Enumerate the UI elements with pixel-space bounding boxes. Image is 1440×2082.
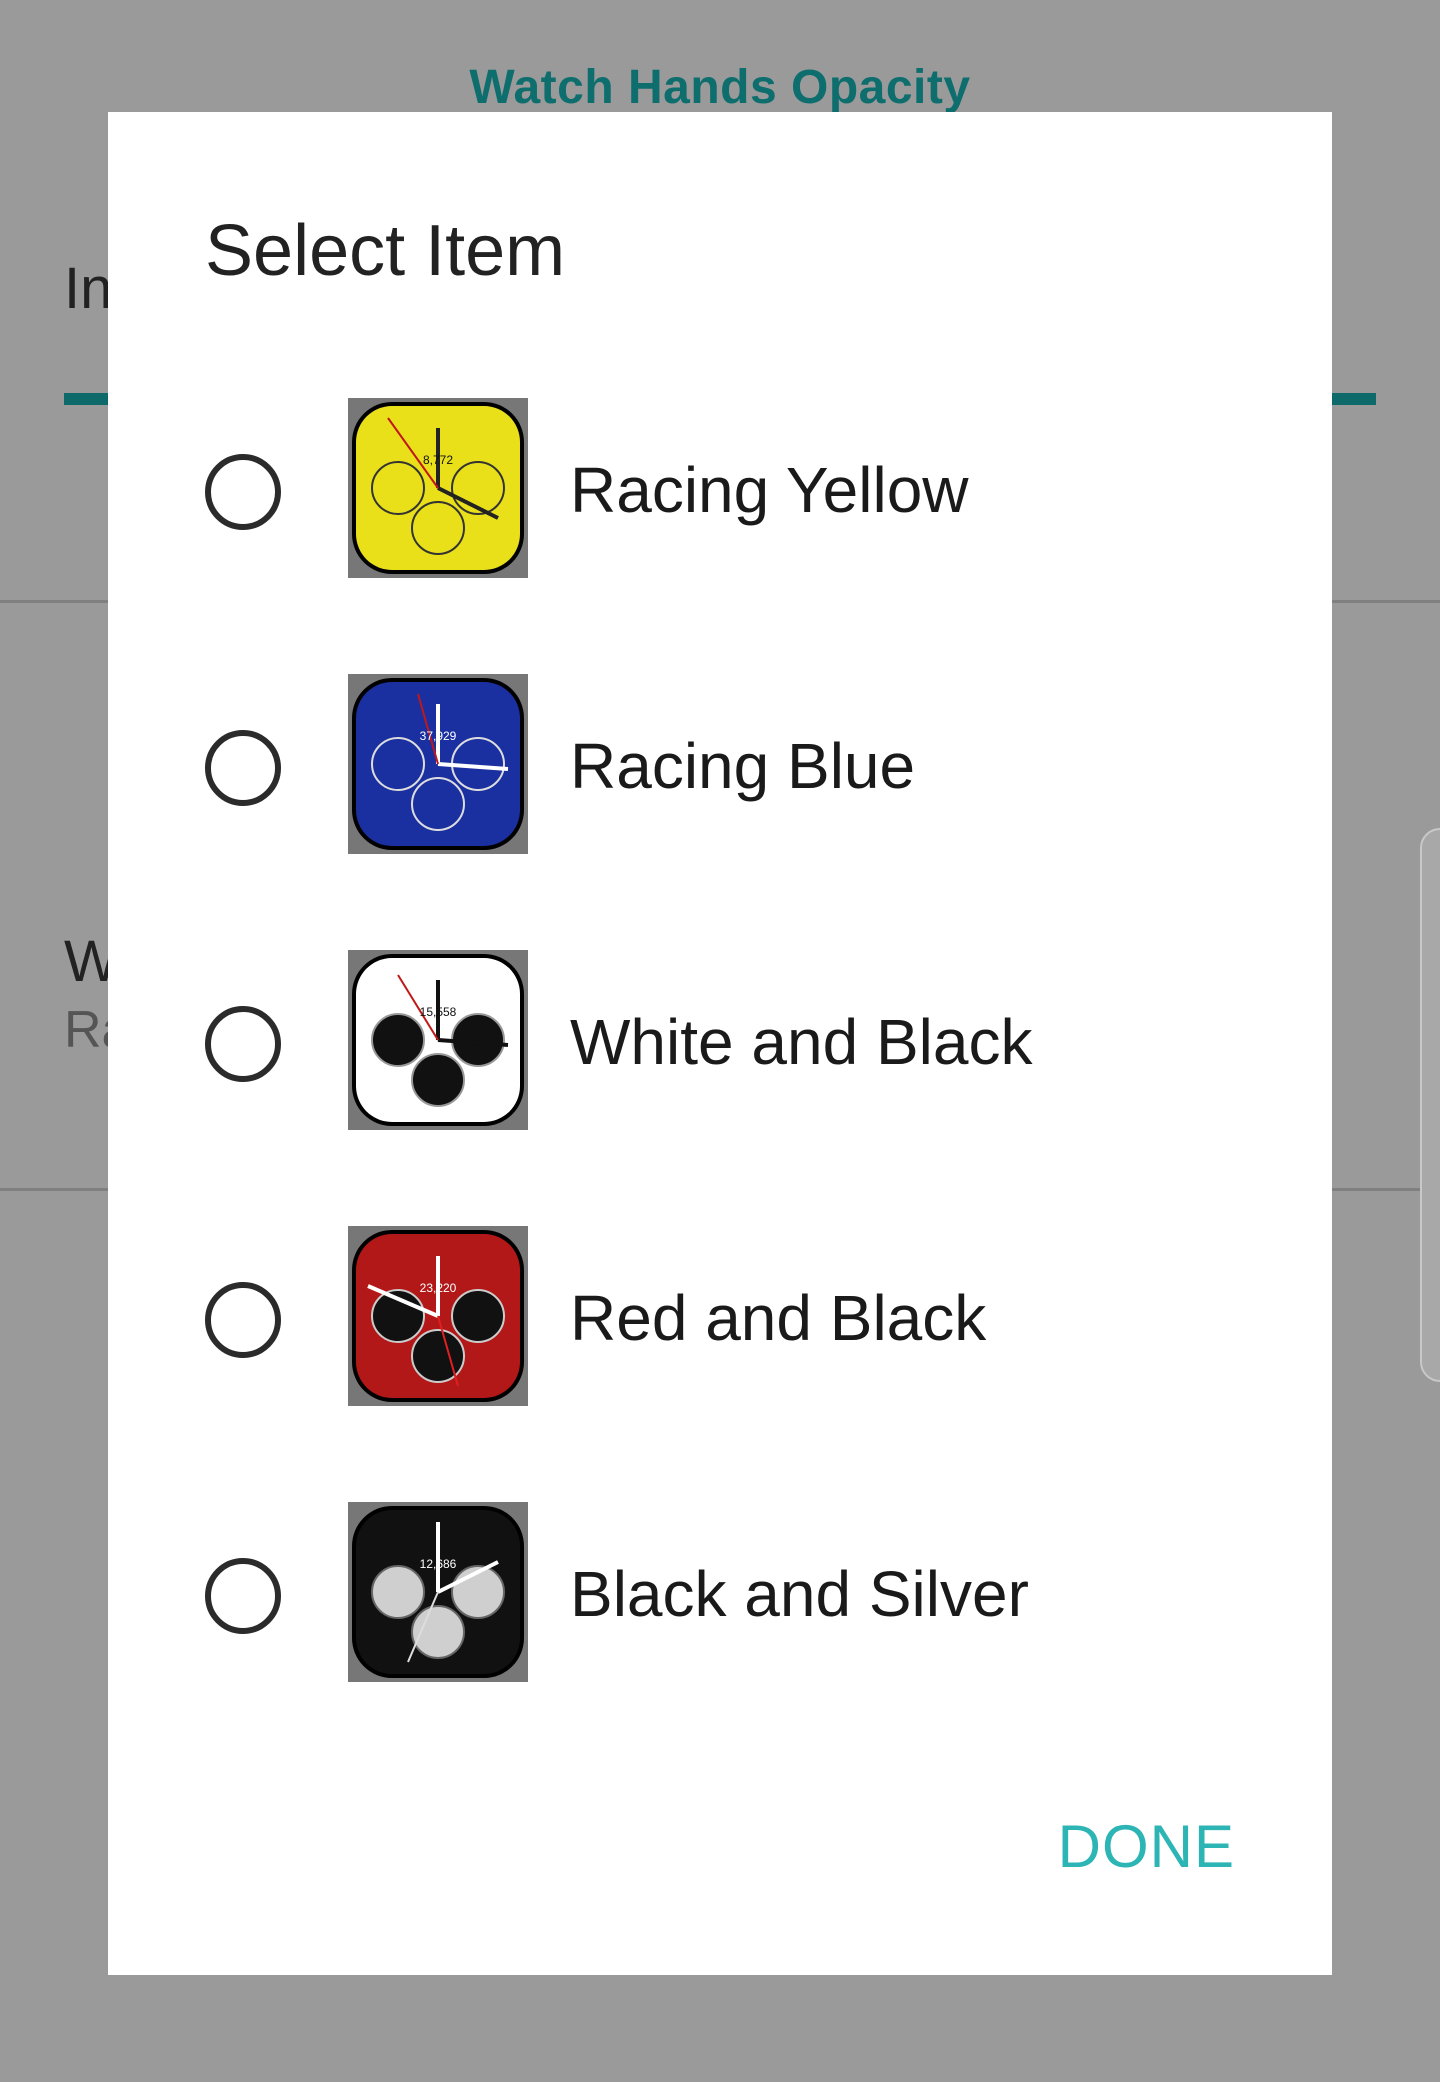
watch-face-icon: 23,220: [348, 1226, 528, 1406]
edge-panel-handle[interactable]: [1420, 828, 1440, 1382]
radio-button[interactable]: [205, 1282, 281, 1358]
radio-button[interactable]: [205, 1558, 281, 1634]
watch-face-icon: 15,558: [348, 950, 528, 1130]
option-black-and-silver[interactable]: 12,686 Black and Silver: [108, 1502, 1332, 1702]
svg-text:12,686: 12,686: [420, 1557, 457, 1571]
watch-face-icon: 12,686: [348, 1502, 528, 1682]
radio-button[interactable]: [205, 730, 281, 806]
watch-face-thumbnail: 8,772: [348, 398, 528, 578]
select-item-dialog: Select Item 8,772 Racing Yellow 37,929 R…: [108, 112, 1332, 1975]
dialog-title: Select Item: [205, 211, 566, 291]
svg-text:37,929: 37,929: [420, 729, 457, 743]
svg-text:23,220: 23,220: [420, 1281, 457, 1295]
radio-button[interactable]: [205, 1006, 281, 1082]
watch-face-thumbnail: 12,686: [348, 1502, 528, 1682]
watch-face-icon: 8,772: [348, 398, 528, 578]
option-racing-yellow[interactable]: 8,772 Racing Yellow: [108, 398, 1332, 598]
option-label: Racing Yellow: [570, 454, 969, 526]
option-red-and-black[interactable]: 23,220 Red and Black: [108, 1226, 1332, 1426]
option-label: White and Black: [570, 1006, 1033, 1078]
option-label: Red and Black: [570, 1282, 987, 1354]
svg-text:15,558: 15,558: [420, 1005, 457, 1019]
watch-face-thumbnail: 23,220: [348, 1226, 528, 1406]
svg-text:8,772: 8,772: [423, 453, 453, 467]
background-tab: In: [64, 256, 113, 321]
watch-face-thumbnail: 15,558: [348, 950, 528, 1130]
radio-button[interactable]: [205, 454, 281, 530]
background-page-title: Watch Hands Opacity: [469, 61, 971, 114]
watch-face-icon: 37,929: [348, 674, 528, 854]
option-label: Racing Blue: [570, 730, 916, 802]
option-white-and-black[interactable]: 15,558 White and Black: [108, 950, 1332, 1150]
done-button[interactable]: DONE: [1058, 1812, 1235, 1881]
watch-face-thumbnail: 37,929: [348, 674, 528, 854]
option-label: Black and Silver: [570, 1558, 1029, 1630]
option-racing-blue[interactable]: 37,929 Racing Blue: [108, 674, 1332, 874]
